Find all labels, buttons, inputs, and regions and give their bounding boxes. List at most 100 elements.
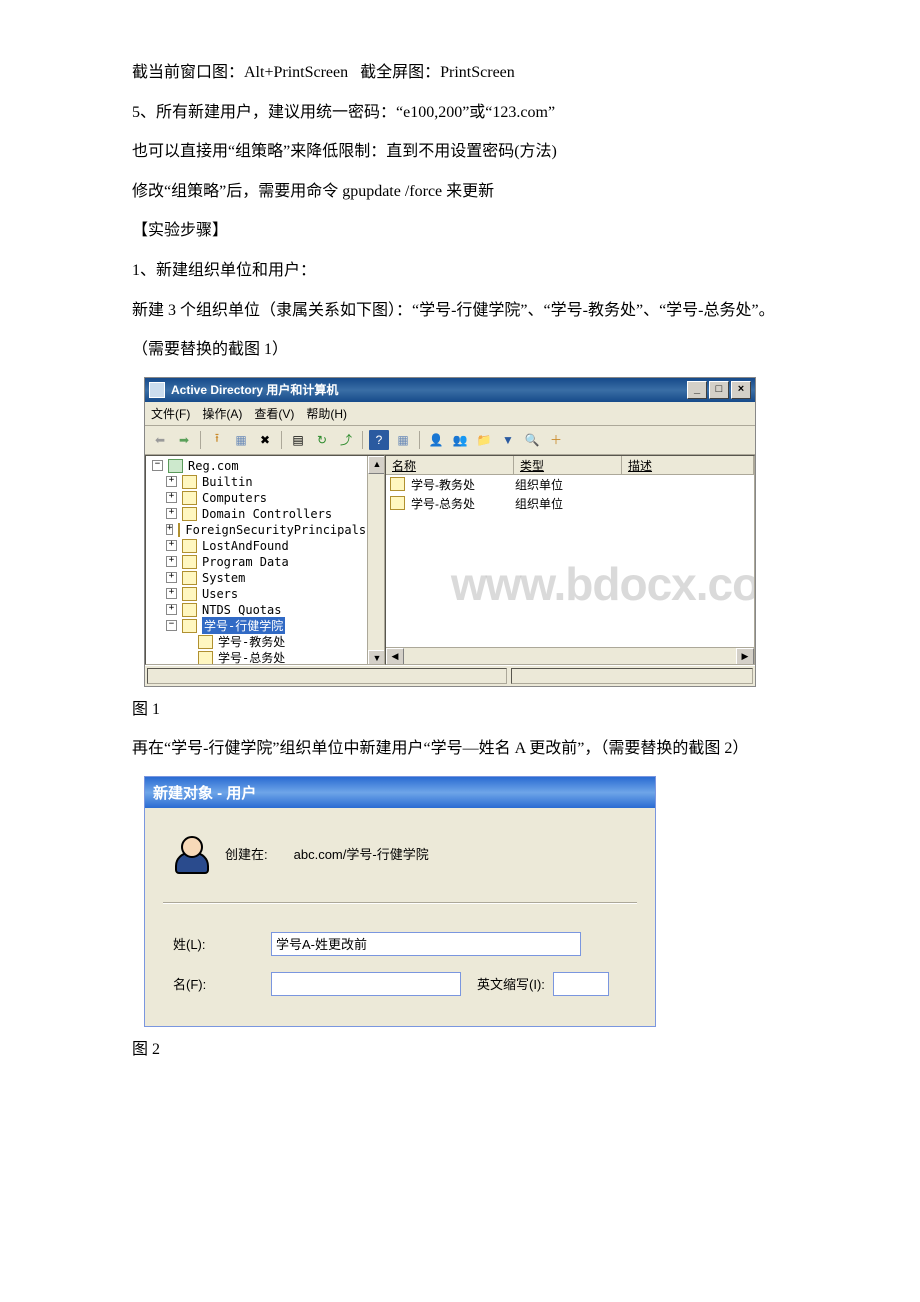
tree-node[interactable]: +Users bbox=[148, 586, 365, 602]
list-header[interactable]: 名称 类型 描述 bbox=[386, 456, 754, 475]
export-button[interactable]: ⤴ bbox=[335, 429, 357, 451]
screenshot-new-user-dialog: 新建对象 - 用户 创建在: abc.com/学号-行健学院 姓(L): 名(F… bbox=[144, 776, 656, 1027]
tree-node[interactable]: +Program Data bbox=[148, 554, 365, 570]
maximize-button[interactable]: □ bbox=[709, 381, 729, 399]
tree-pane[interactable]: − Reg.com +Builtin +Computers +Domain Co… bbox=[145, 455, 385, 665]
initials-label: 英文缩写(I): bbox=[477, 974, 545, 993]
menu-bar[interactable]: 文件(F) 操作(A) 查看(V) 帮助(H) bbox=[145, 402, 755, 426]
minimize-button[interactable]: _ bbox=[687, 381, 707, 399]
screenshot-ad-users-computers: Active Directory 用户和计算机 _ □ × 文件(F) 操作(A… bbox=[144, 377, 756, 687]
list-item[interactable]: 学号-教务处 组织单位 bbox=[386, 475, 754, 494]
toolbar-separator bbox=[419, 431, 420, 449]
scroll-up-button[interactable]: ▲ bbox=[368, 456, 385, 474]
folder-icon bbox=[178, 523, 180, 537]
folder-icon bbox=[182, 475, 197, 489]
column-type[interactable]: 类型 bbox=[514, 456, 622, 474]
status-bar bbox=[145, 665, 755, 686]
firstname-label: 名(F): bbox=[173, 974, 263, 993]
tree-node[interactable]: +LostAndFound bbox=[148, 538, 365, 554]
figure-caption: 图 2 bbox=[100, 1037, 820, 1063]
tree-node[interactable]: ·学号-教务处 bbox=[148, 634, 365, 650]
toolbar-separator bbox=[200, 431, 201, 449]
filter-icon[interactable]: ▼ bbox=[497, 429, 519, 451]
ou-icon bbox=[198, 635, 213, 649]
back-button[interactable]: ⬅ bbox=[149, 429, 171, 451]
window-titlebar[interactable]: Active Directory 用户和计算机 _ □ × bbox=[145, 378, 755, 402]
add-icon[interactable]: ＋ bbox=[545, 429, 567, 451]
ou-icon bbox=[198, 651, 213, 665]
new-group-icon[interactable]: 👥 bbox=[449, 429, 471, 451]
icons-button[interactable]: ▦ bbox=[392, 429, 414, 451]
folder-icon bbox=[182, 571, 197, 585]
list-item[interactable]: 学号-总务处 组织单位 bbox=[386, 494, 754, 513]
paragraph: 1、新建组织单位和用户： bbox=[100, 258, 820, 284]
menu-file[interactable]: 文件(F) bbox=[151, 405, 190, 422]
app-icon bbox=[149, 382, 165, 398]
help-button[interactable]: ? bbox=[368, 429, 390, 451]
window-title: Active Directory 用户和计算机 bbox=[171, 381, 687, 398]
watermark: www.bdocx.com bbox=[446, 557, 755, 611]
user-icon bbox=[173, 836, 209, 872]
folder-icon bbox=[182, 555, 197, 569]
lastname-input[interactable] bbox=[271, 932, 581, 956]
paragraph: （需要替换的截图 1） bbox=[100, 337, 820, 363]
initials-input[interactable] bbox=[553, 972, 609, 996]
paragraph: 也可以直接用“组策略”来降低限制：直到不用设置密码(方法) bbox=[100, 139, 820, 165]
new-user-icon[interactable]: 👤 bbox=[425, 429, 447, 451]
scroll-left-button[interactable]: ◀ bbox=[386, 648, 404, 665]
tree-node[interactable]: +Computers bbox=[148, 490, 365, 506]
scroll-right-button[interactable]: ▶ bbox=[736, 648, 754, 665]
ou-icon bbox=[390, 477, 405, 491]
dialog-title: 新建对象 - 用户 bbox=[153, 785, 256, 802]
folder-icon bbox=[182, 587, 197, 601]
delete-button[interactable]: ✖ bbox=[254, 429, 276, 451]
lastname-label: 姓(L): bbox=[173, 934, 263, 953]
new-ou-icon[interactable]: 📁 bbox=[473, 429, 495, 451]
folder-icon bbox=[182, 491, 197, 505]
paragraph: 【实验步骤】 bbox=[100, 218, 820, 244]
paragraph: 再在“学号-行健学院”组织单位中新建用户“学号—姓名 A 更改前”，（需要替换的… bbox=[100, 736, 820, 762]
properties-button[interactable]: ▤ bbox=[287, 429, 309, 451]
tree-node[interactable]: +System bbox=[148, 570, 365, 586]
folder-icon bbox=[182, 539, 197, 553]
created-in-path: abc.com/学号-行健学院 bbox=[294, 844, 429, 863]
list-pane[interactable]: 名称 类型 描述 学号-教务处 组织单位 学号-总务处 组织单位 www.bdo… bbox=[385, 455, 755, 665]
horizontal-scrollbar[interactable]: ◀ ▶ bbox=[386, 647, 754, 664]
column-description[interactable]: 描述 bbox=[622, 456, 754, 474]
forward-button[interactable]: ➡ bbox=[173, 429, 195, 451]
tree-node-domain[interactable]: − Reg.com bbox=[148, 458, 365, 474]
tree-node[interactable]: +ForeignSecurityPrincipals bbox=[148, 522, 365, 538]
menu-action[interactable]: 操作(A) bbox=[202, 405, 242, 422]
find-icon[interactable]: 🔍 bbox=[521, 429, 543, 451]
close-button[interactable]: × bbox=[731, 381, 751, 399]
column-name[interactable]: 名称 bbox=[386, 456, 514, 474]
tree-node-selected[interactable]: −学号-行健学院 bbox=[148, 618, 365, 634]
toolbar-separator bbox=[362, 431, 363, 449]
menu-view[interactable]: 查看(V) bbox=[254, 405, 294, 422]
paragraph: 新建 3 个组织单位（隶属关系如下图）：“学号-行健学院”、“学号-教务处”、“… bbox=[100, 298, 820, 324]
refresh-button[interactable]: ↻ bbox=[311, 429, 333, 451]
show-hide-tree-button[interactable]: ▦ bbox=[230, 429, 252, 451]
menu-help[interactable]: 帮助(H) bbox=[306, 405, 347, 422]
figure-caption: 图 1 bbox=[100, 697, 820, 723]
tree-node[interactable]: +NTDS Quotas bbox=[148, 602, 365, 618]
firstname-input[interactable] bbox=[271, 972, 461, 996]
vertical-scrollbar[interactable]: ▲ ▼ bbox=[367, 456, 384, 665]
tree-node[interactable]: +Builtin bbox=[148, 474, 365, 490]
ou-icon bbox=[182, 619, 197, 633]
toolbar-separator bbox=[281, 431, 282, 449]
paragraph: 截当前窗口图：Alt+PrintScreen 截全屏图：PrintScreen bbox=[100, 60, 820, 86]
ou-icon bbox=[390, 496, 405, 510]
domain-icon bbox=[168, 459, 183, 473]
up-button[interactable]: ⭱ bbox=[206, 429, 228, 451]
toolbar: ⬅ ➡ ⭱ ▦ ✖ ▤ ↻ ⤴ ? ▦ 👤 👥 📁 ▼ 🔍 ＋ bbox=[145, 426, 755, 455]
scroll-down-button[interactable]: ▼ bbox=[368, 650, 385, 665]
dialog-titlebar[interactable]: 新建对象 - 用户 bbox=[145, 777, 655, 808]
tree-node[interactable]: +Domain Controllers bbox=[148, 506, 365, 522]
created-in-label: 创建在: bbox=[225, 844, 268, 863]
divider bbox=[163, 902, 637, 904]
ou-icon bbox=[182, 507, 197, 521]
paragraph: 修改“组策略”后，需要用命令 gpupdate /force 来更新 bbox=[100, 179, 820, 205]
tree-node[interactable]: ·学号-总务处 bbox=[148, 650, 365, 665]
paragraph: 5、所有新建用户，建议用统一密码：“e100,200”或“123.com” bbox=[100, 100, 820, 126]
